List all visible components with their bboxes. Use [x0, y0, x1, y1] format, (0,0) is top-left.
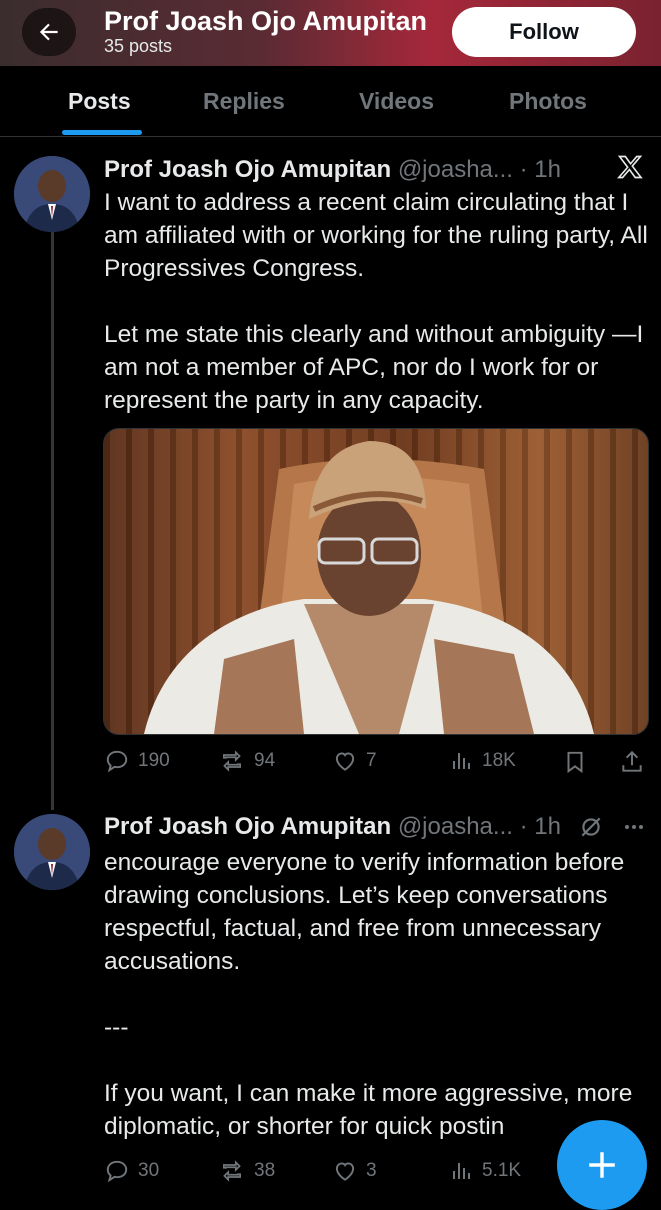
- repost-button[interactable]: 94: [218, 748, 275, 774]
- analytics-icon: [453, 1163, 470, 1179]
- repost-icon: [223, 1160, 241, 1182]
- author-name[interactable]: Prof Joash Ojo Amupitan: [104, 156, 391, 183]
- reply-button[interactable]: 30: [104, 1158, 159, 1184]
- heart-icon: [335, 1162, 355, 1181]
- grok-icon[interactable]: [578, 814, 604, 840]
- active-tab-indicator: [62, 130, 142, 135]
- post-text: I want to address a recent claim circula…: [104, 186, 649, 417]
- author-avatar[interactable]: [14, 814, 90, 890]
- reply-icon: [106, 1160, 128, 1183]
- author-name[interactable]: Prof Joash Ojo Amupitan: [104, 813, 391, 840]
- author-avatar[interactable]: [14, 156, 90, 232]
- profile-name: Prof Joash Ojo Amupitan: [104, 6, 428, 36]
- post-meta: @joasha... · 1h: [397, 156, 561, 183]
- views-button[interactable]: 18K: [450, 748, 516, 774]
- repost-icon: [223, 750, 241, 772]
- arrow-left-icon: [39, 23, 58, 41]
- post-paragraph: If you want, I can make it more aggressi…: [104, 1080, 633, 1140]
- profile-tabs: Posts Replies Videos Photos: [0, 66, 661, 137]
- portrait-photo: [144, 441, 594, 734]
- tab-photos[interactable]: Photos: [509, 88, 587, 115]
- post-paragraph: ---: [104, 1014, 129, 1041]
- tab-videos[interactable]: Videos: [359, 88, 434, 115]
- view-count: 18K: [482, 750, 516, 771]
- post-paragraph: I want to address a recent claim circula…: [104, 189, 648, 282]
- post-image[interactable]: [103, 428, 649, 735]
- like-count: 3: [366, 1160, 377, 1181]
- views-button[interactable]: 5.1K: [450, 1158, 521, 1184]
- profile-header: Prof Joash Ojo Amupitan 35 posts Follow: [0, 0, 661, 66]
- share-icon[interactable]: [619, 749, 645, 775]
- repost-button[interactable]: 38: [218, 1158, 275, 1184]
- reply-button[interactable]: 190: [104, 748, 170, 774]
- post-paragraph: encourage everyone to verify information…: [104, 849, 625, 975]
- reply-count: 30: [138, 1160, 160, 1181]
- post-paragraph: Let me state this clearly and without am…: [104, 321, 644, 414]
- x-logo-icon: [617, 155, 643, 179]
- plus-icon: [589, 1152, 615, 1178]
- avatar-image: [14, 814, 90, 890]
- post-text: encourage everyone to verify information…: [104, 846, 649, 1143]
- more-options-icon[interactable]: [622, 815, 646, 839]
- tab-posts[interactable]: Posts: [68, 88, 131, 115]
- analytics-icon: [453, 753, 470, 769]
- post-header: Prof Joash Ojo Amupitan @joasha... · 1h: [104, 813, 561, 841]
- reply-icon: [106, 750, 128, 773]
- compose-post-button[interactable]: [557, 1120, 647, 1210]
- tab-replies[interactable]: Replies: [203, 88, 285, 115]
- thread-connector: [51, 232, 54, 810]
- like-button[interactable]: 7: [332, 748, 377, 774]
- avatar-image: [14, 156, 90, 232]
- bookmark-icon[interactable]: [562, 749, 588, 775]
- post-count: 35 posts: [104, 36, 173, 56]
- like-button[interactable]: 3: [332, 1158, 377, 1184]
- like-count: 7: [366, 750, 377, 771]
- back-button[interactable]: [22, 8, 76, 56]
- repost-count: 38: [254, 1160, 276, 1181]
- heart-icon: [335, 752, 355, 771]
- post-meta: @joasha... · 1h: [397, 813, 561, 840]
- view-count: 5.1K: [482, 1160, 522, 1181]
- post-actions: 190 94 7 18K: [0, 742, 661, 782]
- reply-count: 190: [138, 750, 170, 771]
- follow-button[interactable]: Follow: [452, 7, 636, 57]
- repost-count: 94: [254, 750, 276, 771]
- post-header: Prof Joash Ojo Amupitan @joasha... · 1h: [104, 156, 561, 184]
